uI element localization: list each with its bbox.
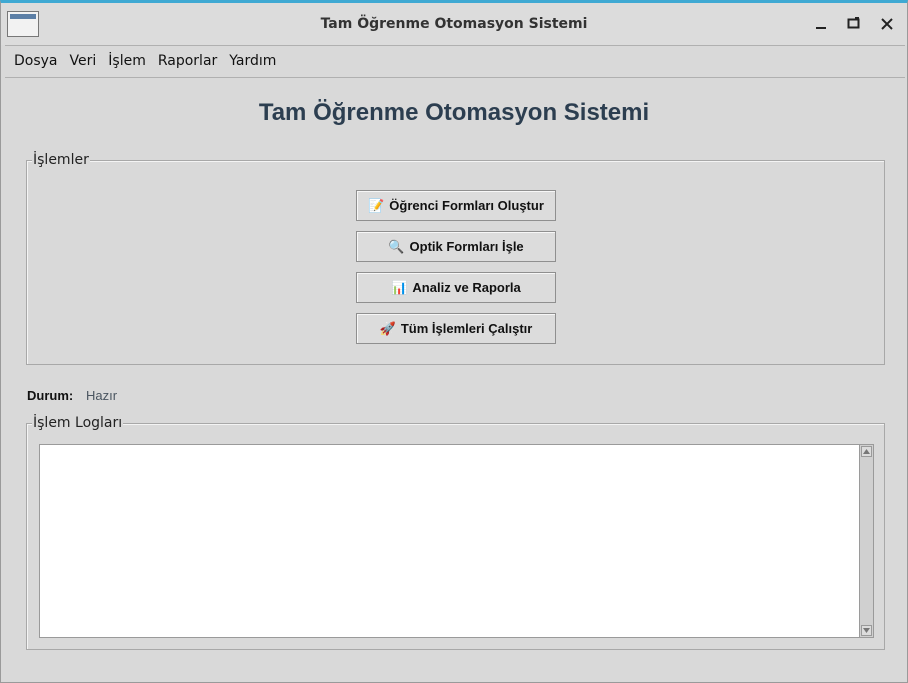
analyze-report-button[interactable]: 📊 Analiz ve Raporla xyxy=(356,272,556,303)
arrow-up-icon xyxy=(863,449,870,454)
run-all-label: Tüm İşlemleri Çalıştır xyxy=(400,321,533,336)
magnifier-icon: 🔍 xyxy=(388,238,405,254)
operations-group: İşlemler 📝 Öğrenci Formları Oluştur 🔍 Op… xyxy=(26,151,885,365)
minimize-button[interactable] xyxy=(811,14,831,34)
page-title: Tam Öğrenme Otomasyon Sistemi xyxy=(258,99,650,126)
create-student-forms-button[interactable]: 📝 Öğrenci Formları Oluştur xyxy=(356,190,556,221)
menu-veri[interactable]: Veri xyxy=(64,46,103,77)
process-optical-forms-button[interactable]: 🔍 Optik Formları İşle xyxy=(356,231,556,262)
maximize-icon xyxy=(847,17,860,29)
maximize-button[interactable] xyxy=(844,14,864,34)
scroll-down-button[interactable] xyxy=(861,625,872,636)
operations-group-label: İşlemler xyxy=(32,151,90,169)
logs-group-label: İşlem Logları xyxy=(32,414,124,432)
app-window: Tam Öğrenme Otomasyon Sistemi Dosya Veri… xyxy=(0,0,908,683)
logs-group: İşlem Logları xyxy=(26,414,885,650)
menu-dosya[interactable]: Dosya xyxy=(8,46,64,77)
analyze-report-label: Analiz ve Raporla xyxy=(412,280,521,295)
minimize-icon xyxy=(816,27,826,29)
rocket-icon: 🚀 xyxy=(379,320,396,336)
process-optical-forms-label: Optik Formları İşle xyxy=(409,239,524,254)
close-icon xyxy=(881,18,893,30)
memo-icon: 📝 xyxy=(368,197,385,213)
bar-chart-icon: 📊 xyxy=(391,279,408,295)
run-all-button[interactable]: 🚀 Tüm İşlemleri Çalıştır xyxy=(356,313,556,344)
title-bar[interactable]: Tam Öğrenme Otomasyon Sistemi xyxy=(1,3,907,45)
menu-bar: Dosya Veri İşlem Raporlar Yardım xyxy=(5,45,905,78)
menu-raporlar[interactable]: Raporlar xyxy=(152,46,223,77)
status-value: Hazır xyxy=(86,388,118,403)
menu-yardim[interactable]: Yardım xyxy=(223,46,282,77)
log-text-area[interactable] xyxy=(39,444,860,638)
log-scrollbar[interactable] xyxy=(859,444,874,638)
status-label: Durum: xyxy=(27,388,74,403)
scroll-up-button[interactable] xyxy=(861,446,872,457)
window-title: Tam Öğrenme Otomasyon Sistemi xyxy=(320,16,588,32)
close-button[interactable] xyxy=(877,14,897,34)
arrow-down-icon xyxy=(863,628,870,633)
menu-islem[interactable]: İşlem xyxy=(102,46,152,77)
create-student-forms-label: Öğrenci Formları Oluştur xyxy=(389,198,544,213)
